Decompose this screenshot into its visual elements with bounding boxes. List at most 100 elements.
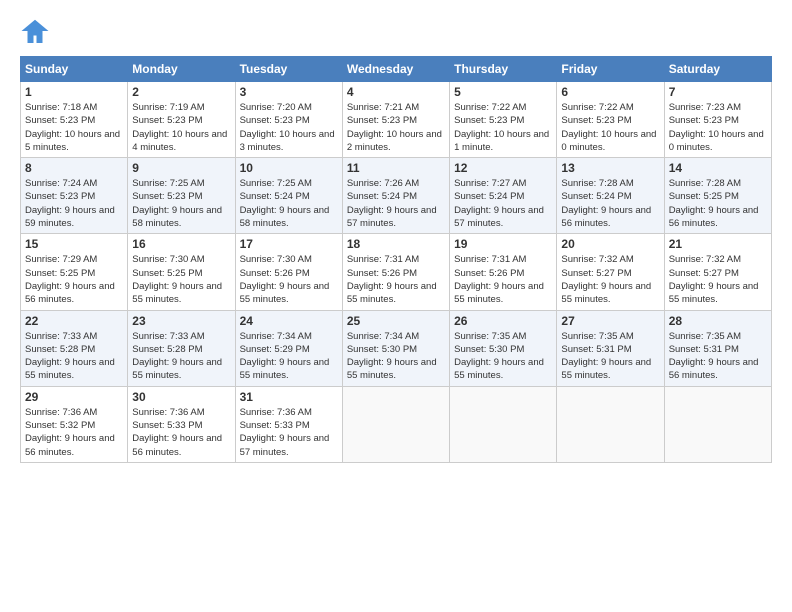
- calendar-cell: 11 Sunrise: 7:26 AM Sunset: 5:24 PM Dayli…: [342, 158, 449, 234]
- day-number: 25: [347, 314, 445, 328]
- calendar-cell: 1 Sunrise: 7:18 AM Sunset: 5:23 PM Daylig…: [21, 82, 128, 158]
- calendar-cell: 7 Sunrise: 7:23 AM Sunset: 5:23 PM Daylig…: [664, 82, 771, 158]
- day-info: Sunrise: 7:18 AM Sunset: 5:23 PM Dayligh…: [25, 101, 123, 154]
- calendar-cell: 10 Sunrise: 7:25 AM Sunset: 5:24 PM Dayli…: [235, 158, 342, 234]
- day-info: Sunrise: 7:22 AM Sunset: 5:23 PM Dayligh…: [561, 101, 659, 154]
- day-info: Sunrise: 7:21 AM Sunset: 5:23 PM Dayligh…: [347, 101, 445, 154]
- day-info: Sunrise: 7:31 AM Sunset: 5:26 PM Dayligh…: [347, 253, 445, 306]
- calendar-cell: 16 Sunrise: 7:30 AM Sunset: 5:25 PM Dayli…: [128, 234, 235, 310]
- calendar-cell: [342, 386, 449, 462]
- day-number: 2: [132, 85, 230, 99]
- day-info: Sunrise: 7:35 AM Sunset: 5:30 PM Dayligh…: [454, 330, 552, 383]
- calendar-cell: 30 Sunrise: 7:36 AM Sunset: 5:33 PM Dayli…: [128, 386, 235, 462]
- calendar-cell: [664, 386, 771, 462]
- calendar-cell: 28Sunrise: 7:35 AM Sunset: 5:31 PM Dayli…: [664, 310, 771, 386]
- calendar-week-3: 15 Sunrise: 7:29 AM Sunset: 5:25 PM Dayli…: [21, 234, 772, 310]
- calendar-week-4: 22Sunrise: 7:33 AM Sunset: 5:28 PM Dayli…: [21, 310, 772, 386]
- day-number: 20: [561, 237, 659, 251]
- calendar-cell: 17Sunrise: 7:30 AM Sunset: 5:26 PM Dayli…: [235, 234, 342, 310]
- calendar-cell: [557, 386, 664, 462]
- calendar-cell: 27 Sunrise: 7:35 AM Sunset: 5:31 PM Dayli…: [557, 310, 664, 386]
- calendar-cell: [450, 386, 557, 462]
- day-number: 30: [132, 390, 230, 404]
- calendar-cell: 20 Sunrise: 7:32 AM Sunset: 5:27 PM Dayli…: [557, 234, 664, 310]
- day-info: Sunrise: 7:36 AM Sunset: 5:33 PM Dayligh…: [240, 406, 338, 459]
- day-info: Sunrise: 7:25 AM Sunset: 5:24 PM Dayligh…: [240, 177, 338, 230]
- calendar-cell: 14 Sunrise: 7:28 AM Sunset: 5:25 PM Dayli…: [664, 158, 771, 234]
- day-number: 14: [669, 161, 767, 175]
- day-number: 6: [561, 85, 659, 99]
- calendar-cell: 4 Sunrise: 7:21 AM Sunset: 5:23 PM Daylig…: [342, 82, 449, 158]
- weekday-header-tuesday: Tuesday: [235, 57, 342, 82]
- day-info: Sunrise: 7:36 AM Sunset: 5:33 PM Dayligh…: [132, 406, 230, 459]
- day-info: Sunrise: 7:33 AM Sunset: 5:28 PM Dayligh…: [25, 330, 123, 383]
- calendar-week-2: 8 Sunrise: 7:24 AM Sunset: 5:23 PM Daylig…: [21, 158, 772, 234]
- calendar-week-1: 1 Sunrise: 7:18 AM Sunset: 5:23 PM Daylig…: [21, 82, 772, 158]
- calendar-cell: 22Sunrise: 7:33 AM Sunset: 5:28 PM Dayli…: [21, 310, 128, 386]
- calendar-cell: 3Sunrise: 7:20 AM Sunset: 5:23 PM Daylig…: [235, 82, 342, 158]
- day-number: 8: [25, 161, 123, 175]
- day-info: Sunrise: 7:28 AM Sunset: 5:25 PM Dayligh…: [669, 177, 767, 230]
- logo: [20, 16, 54, 46]
- day-number: 4: [347, 85, 445, 99]
- day-number: 21: [669, 237, 767, 251]
- day-info: Sunrise: 7:34 AM Sunset: 5:29 PM Dayligh…: [240, 330, 338, 383]
- day-number: 18: [347, 237, 445, 251]
- day-info: Sunrise: 7:19 AM Sunset: 5:23 PM Dayligh…: [132, 101, 230, 154]
- day-info: Sunrise: 7:23 AM Sunset: 5:23 PM Dayligh…: [669, 101, 767, 154]
- calendar-cell: 12Sunrise: 7:27 AM Sunset: 5:24 PM Dayli…: [450, 158, 557, 234]
- day-number: 26: [454, 314, 552, 328]
- calendar-cell: 29Sunrise: 7:36 AM Sunset: 5:32 PM Dayli…: [21, 386, 128, 462]
- day-number: 15: [25, 237, 123, 251]
- calendar-body: 1 Sunrise: 7:18 AM Sunset: 5:23 PM Daylig…: [21, 82, 772, 463]
- day-number: 5: [454, 85, 552, 99]
- weekday-header-thursday: Thursday: [450, 57, 557, 82]
- day-info: Sunrise: 7:22 AM Sunset: 5:23 PM Dayligh…: [454, 101, 552, 154]
- day-number: 31: [240, 390, 338, 404]
- day-number: 16: [132, 237, 230, 251]
- day-number: 7: [669, 85, 767, 99]
- day-number: 11: [347, 161, 445, 175]
- weekday-header-saturday: Saturday: [664, 57, 771, 82]
- day-info: Sunrise: 7:24 AM Sunset: 5:23 PM Dayligh…: [25, 177, 123, 230]
- day-info: Sunrise: 7:28 AM Sunset: 5:24 PM Dayligh…: [561, 177, 659, 230]
- weekday-header-row: SundayMondayTuesdayWednesdayThursdayFrid…: [21, 57, 772, 82]
- day-info: Sunrise: 7:29 AM Sunset: 5:25 PM Dayligh…: [25, 253, 123, 306]
- day-number: 9: [132, 161, 230, 175]
- calendar-cell: 24 Sunrise: 7:34 AM Sunset: 5:29 PM Dayli…: [235, 310, 342, 386]
- day-number: 17: [240, 237, 338, 251]
- day-number: 24: [240, 314, 338, 328]
- page: SundayMondayTuesdayWednesdayThursdayFrid…: [0, 0, 792, 612]
- day-number: 12: [454, 161, 552, 175]
- calendar-cell: 8 Sunrise: 7:24 AM Sunset: 5:23 PM Daylig…: [21, 158, 128, 234]
- calendar-cell: 21 Sunrise: 7:32 AM Sunset: 5:27 PM Dayli…: [664, 234, 771, 310]
- day-info: Sunrise: 7:26 AM Sunset: 5:24 PM Dayligh…: [347, 177, 445, 230]
- day-number: 27: [561, 314, 659, 328]
- day-info: Sunrise: 7:32 AM Sunset: 5:27 PM Dayligh…: [669, 253, 767, 306]
- day-number: 1: [25, 85, 123, 99]
- day-info: Sunrise: 7:32 AM Sunset: 5:27 PM Dayligh…: [561, 253, 659, 306]
- day-number: 19: [454, 237, 552, 251]
- calendar-week-5: 29Sunrise: 7:36 AM Sunset: 5:32 PM Dayli…: [21, 386, 772, 462]
- calendar-cell: 5 Sunrise: 7:22 AM Sunset: 5:23 PM Daylig…: [450, 82, 557, 158]
- day-info: Sunrise: 7:33 AM Sunset: 5:28 PM Dayligh…: [132, 330, 230, 383]
- day-info: Sunrise: 7:35 AM Sunset: 5:31 PM Dayligh…: [561, 330, 659, 383]
- day-info: Sunrise: 7:31 AM Sunset: 5:26 PM Dayligh…: [454, 253, 552, 306]
- day-info: Sunrise: 7:30 AM Sunset: 5:25 PM Dayligh…: [132, 253, 230, 306]
- weekday-header-monday: Monday: [128, 57, 235, 82]
- calendar-table: SundayMondayTuesdayWednesdayThursdayFrid…: [20, 56, 772, 463]
- day-number: 10: [240, 161, 338, 175]
- day-info: Sunrise: 7:36 AM Sunset: 5:32 PM Dayligh…: [25, 406, 123, 459]
- day-number: 28: [669, 314, 767, 328]
- day-number: 3: [240, 85, 338, 99]
- weekday-header-friday: Friday: [557, 57, 664, 82]
- day-number: 23: [132, 314, 230, 328]
- calendar-cell: 25 Sunrise: 7:34 AM Sunset: 5:30 PM Dayli…: [342, 310, 449, 386]
- weekday-header-sunday: Sunday: [21, 57, 128, 82]
- calendar-cell: 15 Sunrise: 7:29 AM Sunset: 5:25 PM Dayli…: [21, 234, 128, 310]
- calendar-cell: 31 Sunrise: 7:36 AM Sunset: 5:33 PM Dayli…: [235, 386, 342, 462]
- day-info: Sunrise: 7:34 AM Sunset: 5:30 PM Dayligh…: [347, 330, 445, 383]
- calendar-cell: 2 Sunrise: 7:19 AM Sunset: 5:23 PM Daylig…: [128, 82, 235, 158]
- calendar-cell: 19 Sunrise: 7:31 AM Sunset: 5:26 PM Dayli…: [450, 234, 557, 310]
- calendar-cell: 13Sunrise: 7:28 AM Sunset: 5:24 PM Dayli…: [557, 158, 664, 234]
